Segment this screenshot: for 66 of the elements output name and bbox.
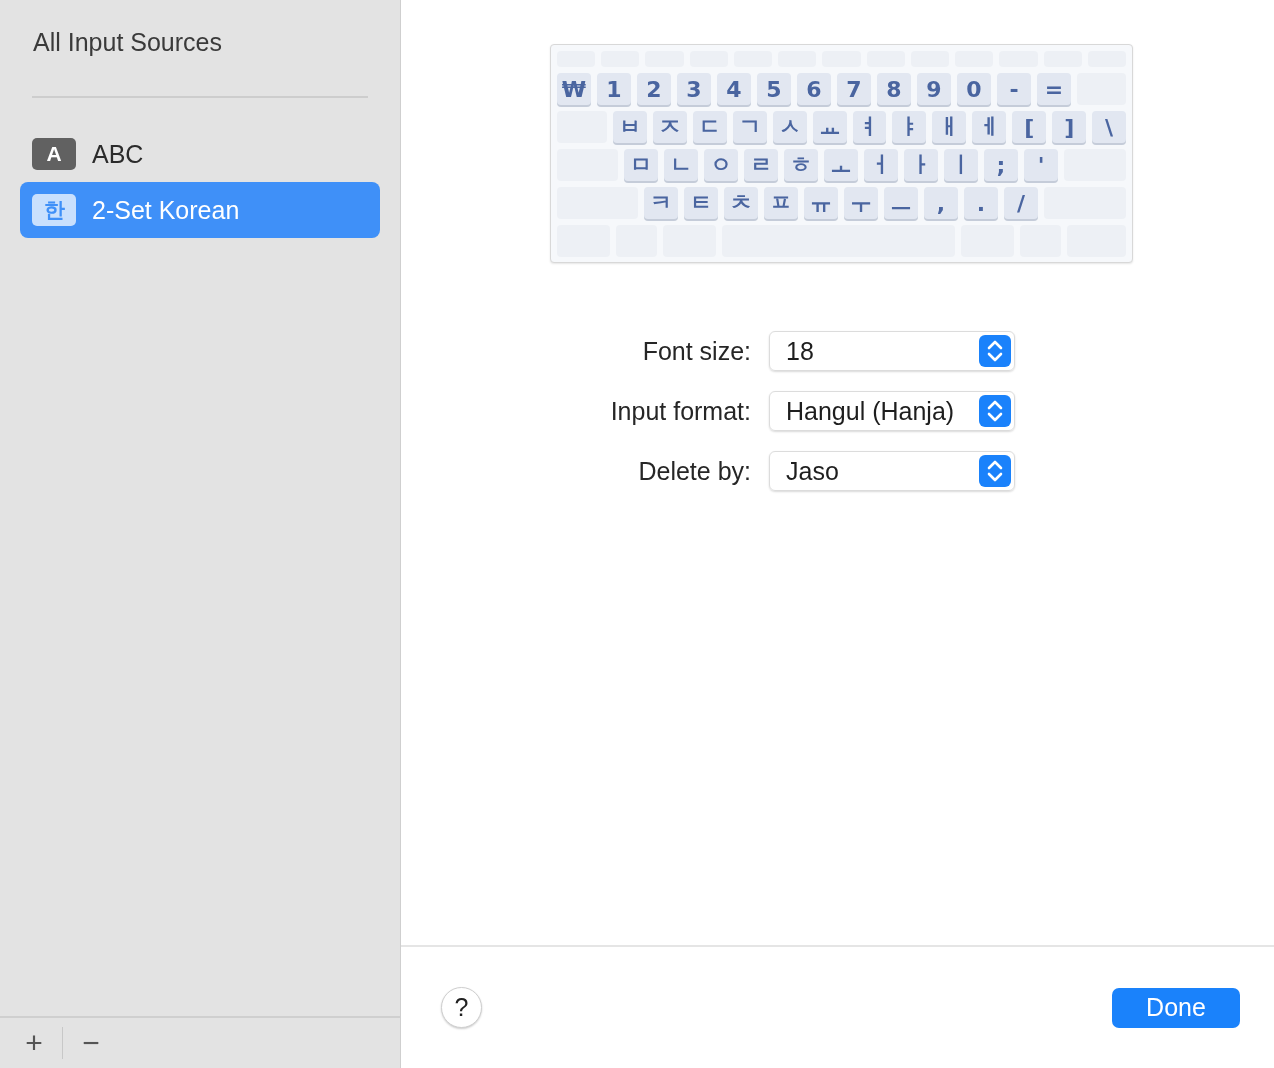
source-badge: A (32, 138, 76, 170)
popup-button[interactable]: Jaso (769, 451, 1015, 491)
keyboard-key: 3 (677, 73, 711, 105)
stepper-icon (979, 335, 1011, 367)
keyboard-key: ㅣ (944, 149, 978, 181)
keyboard-key: ㅐ (932, 111, 967, 143)
input-source-item[interactable]: A ABC (20, 126, 380, 182)
keyboard-key: ㅂ (612, 111, 647, 143)
keyboard-key: [ (1012, 111, 1047, 143)
keyboard-key: ㅓ (864, 149, 898, 181)
setting-label: Delete by: (637, 456, 751, 486)
keyboard-key: ' (1024, 149, 1058, 181)
keyboard-key: ㅌ (684, 187, 718, 219)
keyboard-key: 9 (917, 73, 951, 105)
help-button[interactable]: ? (441, 987, 482, 1028)
keyboard-key: 2 (637, 73, 671, 105)
source-label: ABC (92, 139, 144, 169)
keyboard-key: ㅔ (972, 111, 1007, 143)
keyboard-key: 8 (877, 73, 911, 105)
stepper-icon (979, 455, 1011, 487)
done-button[interactable]: Done (1112, 987, 1240, 1028)
keyboard-key: ㄴ (664, 149, 698, 181)
keyboard-key: ㅠ (804, 187, 838, 219)
keyboard-key: ㅋ (644, 187, 678, 219)
keyboard-key: 5 (757, 73, 791, 105)
keyboard-key: ㅗ (824, 149, 858, 181)
keyboard-key: ㅜ (844, 187, 878, 219)
keyboard-key: - (997, 73, 1031, 105)
keyboard-key: \ (1092, 111, 1127, 143)
setting-label: Input format: (609, 396, 751, 426)
keyboard-key: 7 (837, 73, 871, 105)
keyboard-key: / (1004, 187, 1038, 219)
keyboard-key: ㄹ (744, 149, 778, 181)
keyboard-key: ; (984, 149, 1018, 181)
keyboard-key: ㅅ (772, 111, 807, 143)
keyboard-key: . (964, 187, 998, 219)
keyboard-key: ㄱ (732, 111, 767, 143)
keyboard-key: ㅕ (852, 111, 887, 143)
keyboard-key: , (924, 187, 958, 219)
keyboard-key: ㅁ (624, 149, 658, 181)
keyboard-key: ㅡ (884, 187, 918, 219)
keyboard-key: ㅎ (784, 149, 818, 181)
keyboard-key: 0 (957, 73, 991, 105)
keyboard-key: ₩ (557, 73, 591, 105)
source-label: 2-Set Korean (92, 195, 240, 225)
keyboard-key: ㄷ (692, 111, 727, 143)
popup-button[interactable]: Hangul (Hanja) (769, 391, 1015, 431)
stepper-icon (979, 395, 1011, 427)
keyboard-key: 4 (717, 73, 751, 105)
keyboard-key: ㅇ (704, 149, 738, 181)
setting-label: Font size: (641, 336, 751, 366)
keyboard-key: ㅈ (652, 111, 687, 143)
keyboard-key: = (1037, 73, 1071, 105)
keyboard-key: ] (1052, 111, 1087, 143)
add-button[interactable]: + (20, 1028, 48, 1058)
keyboard-key: ㅛ (812, 111, 847, 143)
keyboard-key: ㅊ (724, 187, 758, 219)
popup-button[interactable]: 18 (769, 331, 1015, 371)
keyboard-key: 6 (797, 73, 831, 105)
keyboard-key: ㅍ (764, 187, 798, 219)
keyboard-key: ㅏ (904, 149, 938, 181)
sidebar-title: All Input Sources (32, 27, 223, 58)
keyboard-key: 1 (597, 73, 631, 105)
remove-button[interactable]: − (77, 1028, 105, 1058)
keyboard-key: ㅑ (892, 111, 927, 143)
source-badge: 한 (32, 194, 76, 226)
